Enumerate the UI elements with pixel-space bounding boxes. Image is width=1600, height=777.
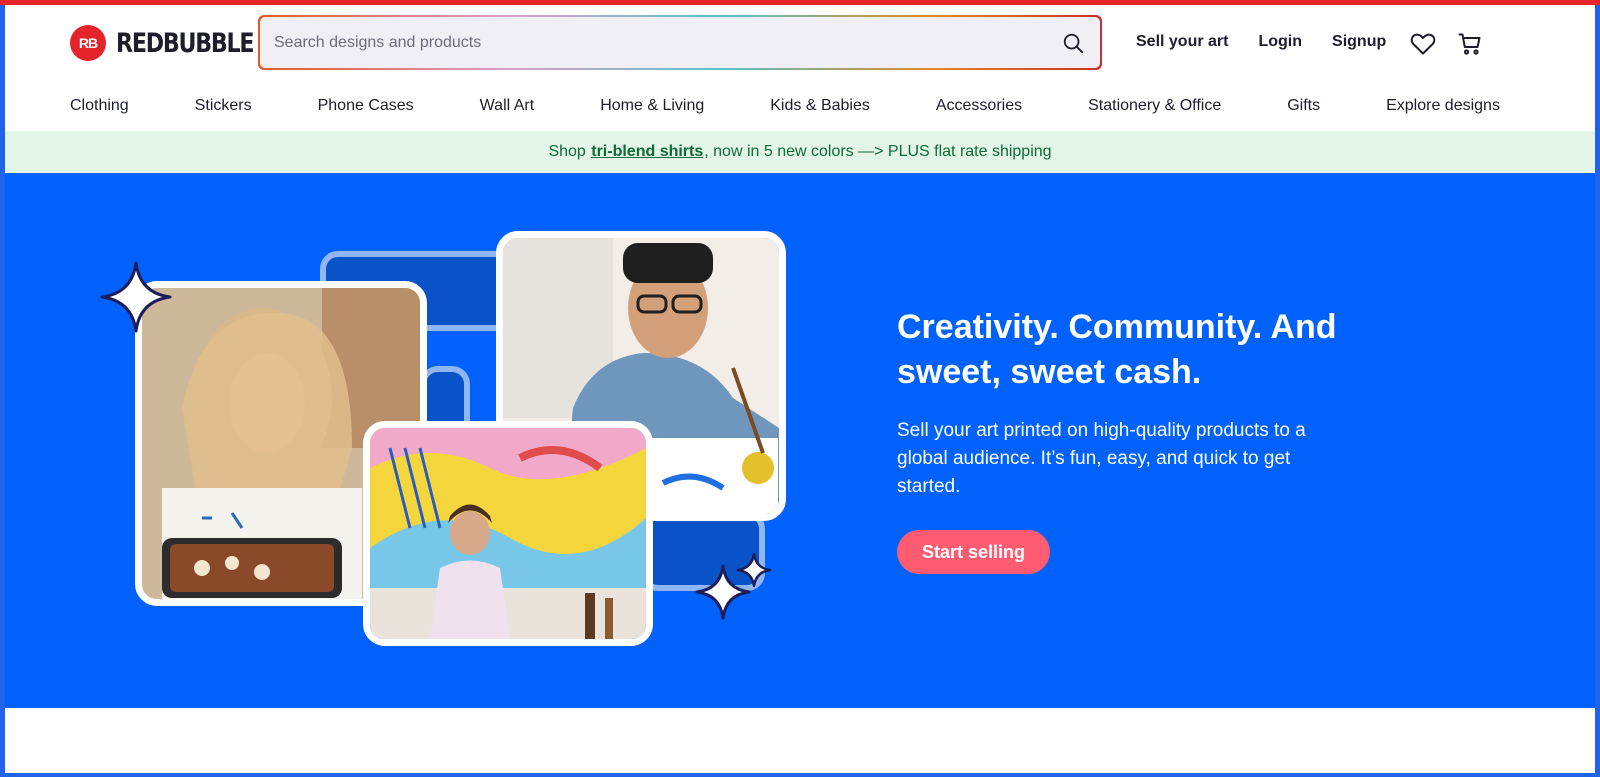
login-link[interactable]: Login <box>1258 33 1302 51</box>
artist-photo-collage <box>100 231 800 651</box>
search-input[interactable] <box>274 33 1060 52</box>
artist-photo-mural <box>363 421 653 646</box>
header-links: Sell your art Login Signup <box>1136 33 1416 51</box>
category-nav: Clothing Stickers Phone Cases Wall Art H… <box>70 97 1500 115</box>
top-accent-bar <box>0 0 1600 5</box>
signup-link[interactable]: Signup <box>1332 33 1386 51</box>
promo-banner: Shop tri-blend shirts , now in 5 new col… <box>5 131 1595 173</box>
nav-item-kids-babies[interactable]: Kids & Babies <box>770 97 870 115</box>
below-fold-area <box>5 708 1595 773</box>
hero-description: Sell your art printed on high-quality pr… <box>897 420 1306 497</box>
heart-icon[interactable] <box>1410 31 1436 57</box>
nav-item-accessories[interactable]: Accessories <box>936 97 1022 115</box>
start-selling-button[interactable]: Start selling <box>897 530 1050 574</box>
search-icon[interactable] <box>1060 30 1086 56</box>
hero-title: Creativity. Community. And sweet, sweet … <box>897 308 1337 391</box>
search-bar <box>258 15 1102 70</box>
cart-icon[interactable] <box>1457 31 1483 57</box>
nav-item-stickers[interactable]: Stickers <box>195 97 252 115</box>
sparkle-icon <box>736 552 772 588</box>
logo-wordmark: REDBUBBLE <box>116 27 255 59</box>
sell-your-art-link[interactable]: Sell your art <box>1136 33 1228 51</box>
nav-item-home-living[interactable]: Home & Living <box>600 97 704 115</box>
nav-item-wall-art[interactable]: Wall Art <box>480 97 535 115</box>
hero-section: Creativity. Community. And sweet, sweet … <box>5 173 1595 708</box>
nav-item-phone-cases[interactable]: Phone Cases <box>318 97 414 115</box>
nav-item-stationery-office[interactable]: Stationery & Office <box>1088 97 1221 115</box>
redbubble-logo[interactable]: RB REDBUBBLE <box>70 25 283 61</box>
promo-suffix: , now in 5 new colors —> PLUS flat rate … <box>704 143 1052 160</box>
nav-item-gifts[interactable]: Gifts <box>1287 97 1320 115</box>
search-box <box>260 17 1100 68</box>
promo-prefix: Shop <box>548 143 591 160</box>
nav-item-clothing[interactable]: Clothing <box>70 97 129 115</box>
sparkle-icon <box>100 261 172 333</box>
site-header: RB REDBUBBLE Sell your art Login Signup <box>0 5 1600 131</box>
logo-mark-icon: RB <box>70 25 106 61</box>
nav-item-explore-designs[interactable]: Explore designs <box>1386 97 1500 115</box>
promo-link[interactable]: tri-blend shirts <box>591 143 703 161</box>
